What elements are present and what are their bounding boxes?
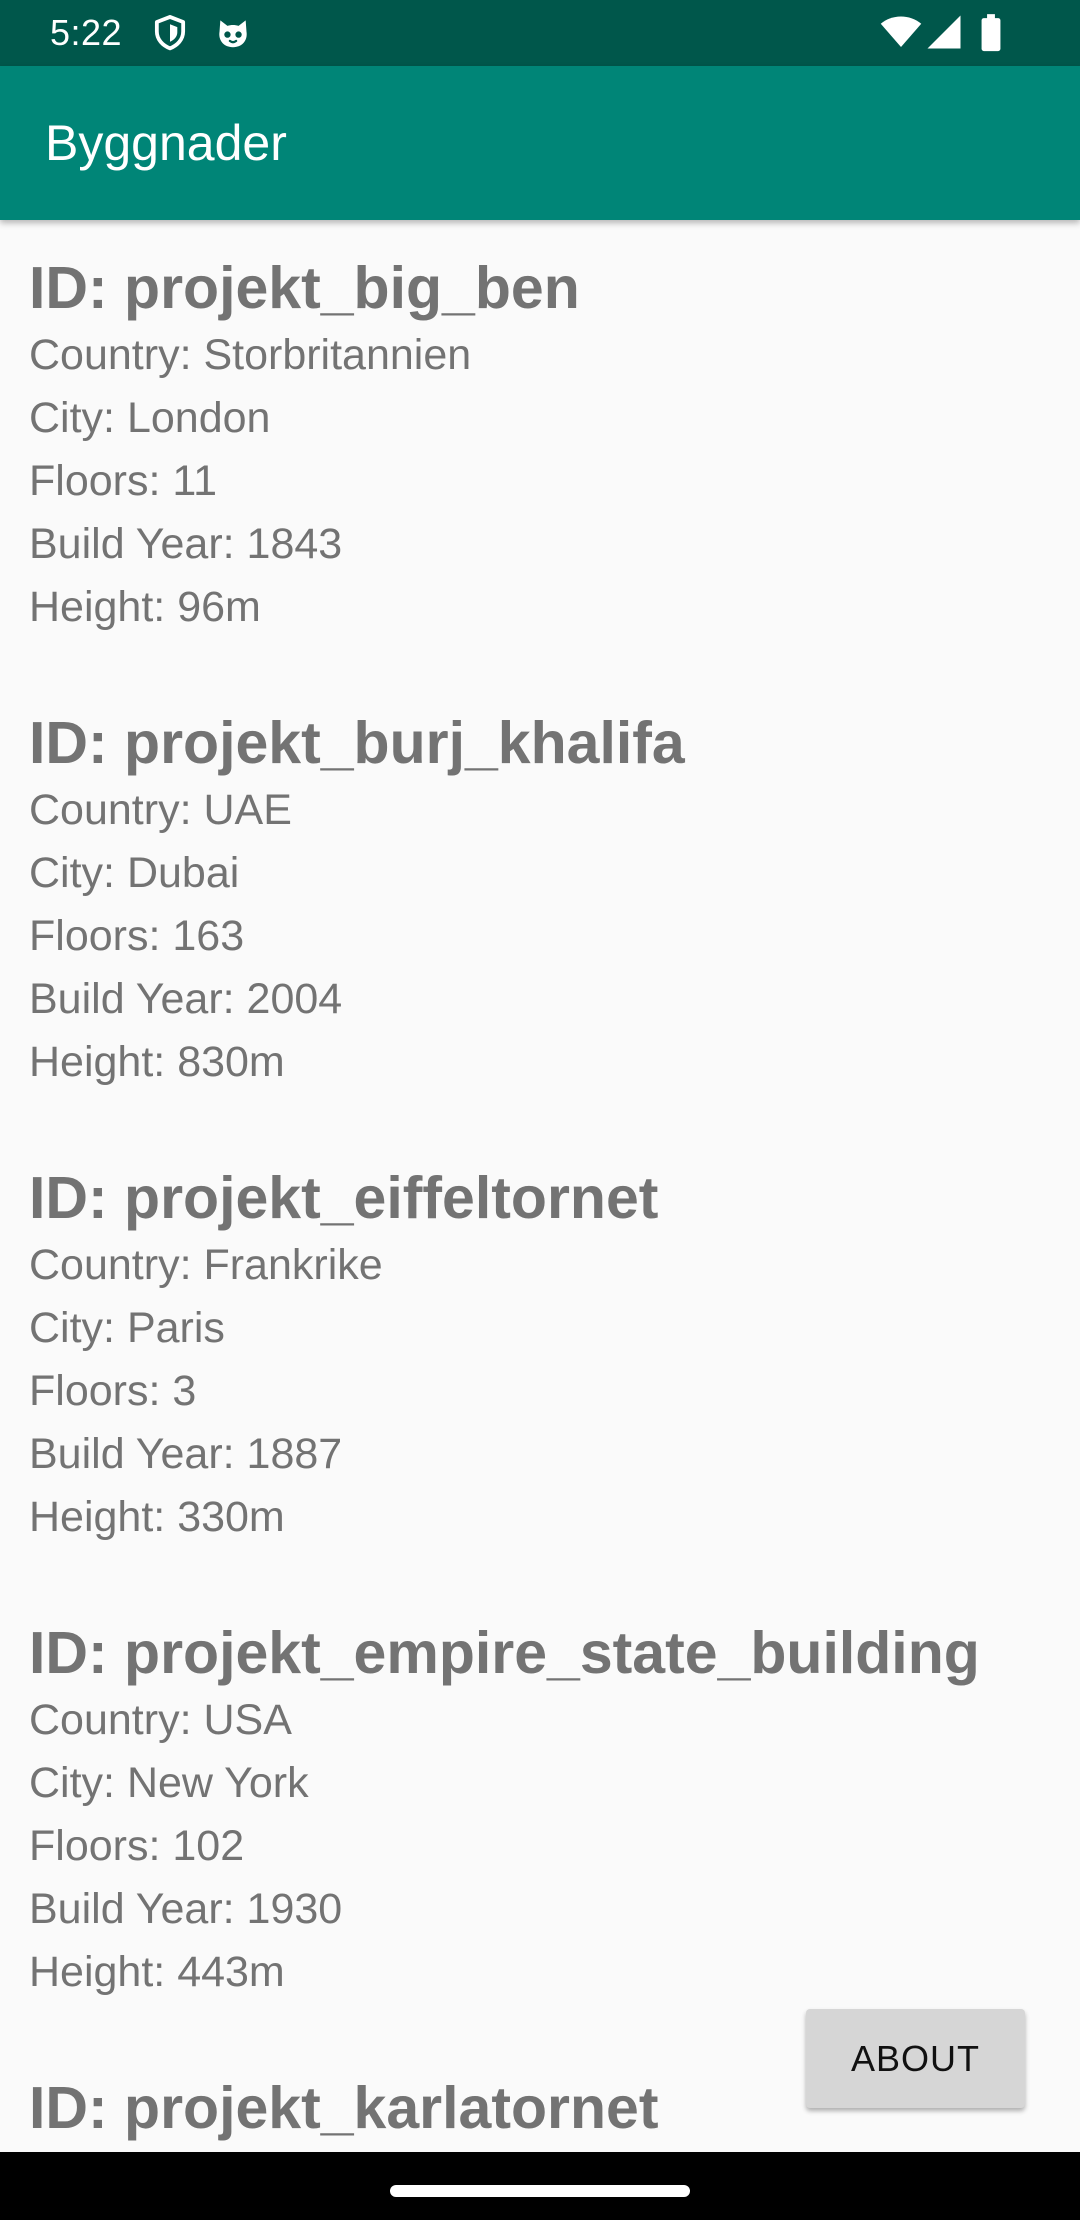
building-build-year: Build Year: 1887 xyxy=(29,1430,343,1478)
cellular-signal-icon xyxy=(927,15,961,49)
building-country: Country: USA xyxy=(29,1696,292,1744)
building-list[interactable]: ID: projekt_big_ben Country: Storbritann… xyxy=(0,220,1080,2152)
home-gesture-handle[interactable] xyxy=(390,2185,690,2197)
navigation-bar xyxy=(0,2152,1080,2220)
building-country: Country: UAE xyxy=(29,786,292,834)
building-build-year: Build Year: 1843 xyxy=(29,520,343,568)
about-button[interactable]: ABOUT xyxy=(806,2009,1025,2108)
building-build-year: Build Year: 1930 xyxy=(29,1885,343,1933)
building-floors: Floors: 102 xyxy=(29,1822,245,1870)
building-item[interactable]: ID: projekt_big_ben Country: Storbritann… xyxy=(0,254,1080,639)
wifi-icon xyxy=(880,16,922,47)
battery-icon xyxy=(981,14,1001,52)
building-item[interactable]: ID: projekt_empire_state_building Countr… xyxy=(0,1619,1080,2004)
building-floors: Floors: 3 xyxy=(29,1367,197,1415)
building-item[interactable]: ID: projekt_eiffeltornet Country: Frankr… xyxy=(0,1164,1080,1549)
building-id: ID: projekt_big_ben xyxy=(29,255,580,321)
building-floors: Floors: 163 xyxy=(29,912,245,960)
building-height: Height: 830m xyxy=(29,1038,285,1086)
building-city: City: Dubai xyxy=(29,849,240,897)
building-city: City: New York xyxy=(29,1759,309,1807)
building-id: ID: projekt_eiffeltornet xyxy=(29,1165,659,1231)
cat-face-icon xyxy=(219,20,247,48)
building-id: ID: projekt_empire_state_building xyxy=(29,1620,980,1686)
building-height: Height: 330m xyxy=(29,1493,285,1541)
status-time: 5:22 xyxy=(50,12,123,53)
shield-icon xyxy=(154,15,186,51)
building-id: ID: projekt_burj_khalifa xyxy=(29,710,685,776)
building-item[interactable]: ID: projekt_burj_khalifa Country: UAE Ci… xyxy=(0,709,1080,1094)
app-bar: Byggnader xyxy=(0,66,1080,220)
building-height: Height: 96m xyxy=(29,583,261,631)
status-bar: 5:22 xyxy=(0,0,1080,66)
app-title: Byggnader xyxy=(45,115,287,171)
building-build-year: Build Year: 2004 xyxy=(29,975,343,1023)
building-city: City: Paris xyxy=(29,1304,225,1352)
building-country: Country: Frankrike xyxy=(29,1241,383,1289)
building-floors: Floors: 11 xyxy=(29,457,217,505)
building-city: City: London xyxy=(29,394,271,442)
building-country: Country: Storbritannien xyxy=(29,331,472,379)
building-height: Height: 443m xyxy=(29,1948,285,1996)
